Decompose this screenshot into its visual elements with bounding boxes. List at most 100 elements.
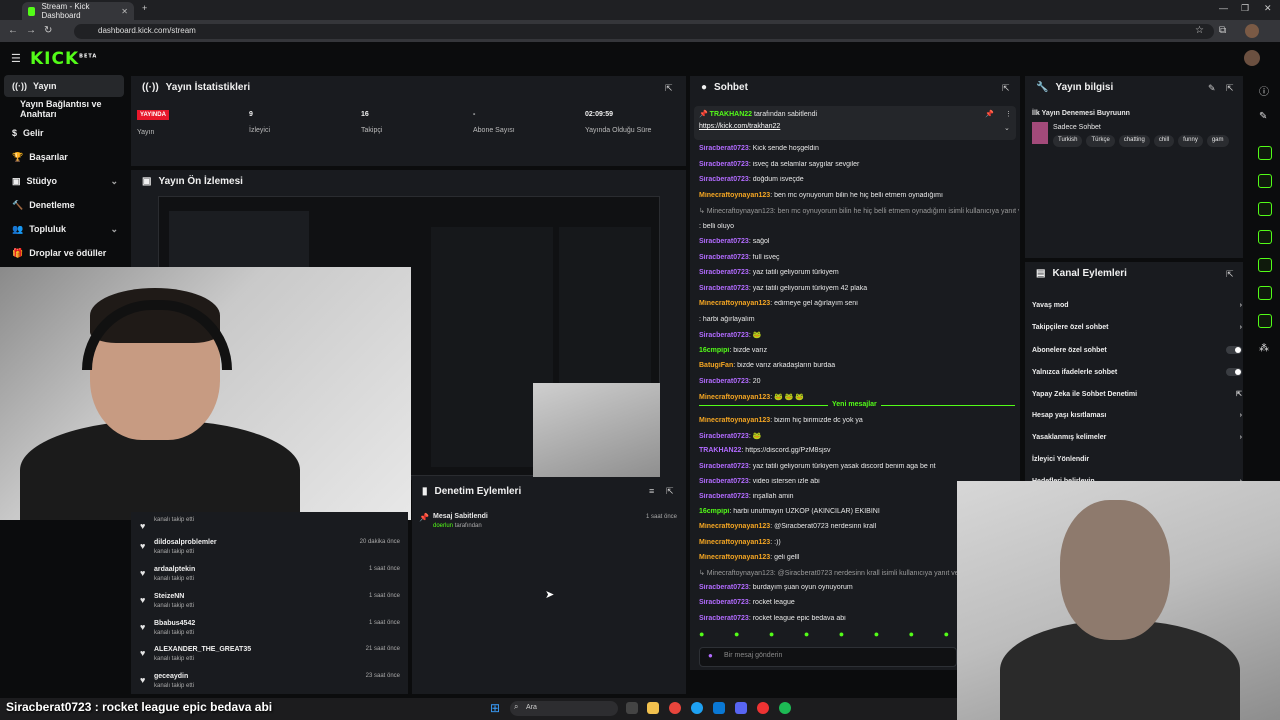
rail-widget-button[interactable]: [1258, 314, 1272, 328]
chat-username[interactable]: Siracberat0723: [699, 599, 749, 606]
user-avatar[interactable]: [1244, 50, 1260, 66]
chat-message[interactable]: Siracberat0723: isveç da selamlar saygıl…: [699, 161, 1019, 168]
category-name[interactable]: Sadece Sohbet: [1053, 124, 1101, 131]
chat-username[interactable]: Minecraftoynayan123: [699, 417, 770, 424]
more-options-icon[interactable]: ⋮: [1005, 110, 1012, 118]
unpin-icon[interactable]: 📌: [985, 110, 994, 118]
popout-icon[interactable]: ⇱: [1226, 269, 1234, 280]
rail-widget-button[interactable]: [1258, 174, 1272, 188]
sidebar-item-basarilar[interactable]: 🏆 Başarılar: [4, 146, 124, 168]
chat-username[interactable]: Siracberat0723: [699, 285, 749, 292]
chat-message[interactable]: Minecraftoynayan123: ben mc oynuyorum bi…: [699, 192, 1019, 199]
edit-icon[interactable]: ✎: [1208, 83, 1216, 94]
chat-message[interactable]: Siracberat0723: Kick sende hoşgeldin: [699, 145, 1019, 152]
tag-chip[interactable]: gam: [1206, 135, 1229, 147]
popout-icon[interactable]: ⇱: [1226, 83, 1234, 94]
file-explorer-icon[interactable]: [647, 702, 659, 714]
toggle-switch[interactable]: [1226, 346, 1242, 354]
chat-message[interactable]: TRAKHAN22: https://discord.gg/PzM8sjsv: [699, 447, 1019, 454]
sidebar-item-denetleme[interactable]: 🔨 Denetleme: [4, 194, 124, 216]
chat-username[interactable]: Siracberat0723: [699, 176, 749, 183]
chat-message[interactable]: BatugiFan: bizde varız arkadaşların burd…: [699, 362, 1019, 369]
mail-icon[interactable]: [713, 702, 725, 714]
close-tab-icon[interactable]: ✕: [121, 7, 128, 16]
tag-chip[interactable]: Turkish: [1053, 135, 1083, 147]
channel-action-row[interactable]: İzleyici Yönlendir: [1032, 456, 1242, 463]
channel-action-row[interactable]: Yavaş mod ›: [1032, 302, 1242, 309]
chat-message[interactable]: Siracberat0723: 20: [699, 378, 1019, 385]
kick-logo[interactable]: KICKBETA: [30, 49, 97, 69]
emote-bar[interactable]: ● ● ● ● ● ● ● ●: [699, 629, 949, 643]
profile-avatar[interactable]: [1245, 24, 1259, 38]
taskbar-search[interactable]: Ara: [510, 701, 618, 716]
sidebar-item-gelir[interactable]: $ Gelir: [4, 122, 124, 144]
rail-widget-button[interactable]: [1258, 258, 1272, 272]
popout-icon[interactable]: ⇱: [1002, 83, 1010, 94]
channel-action-row[interactable]: Yapay Zeka ile Sohbet Denetimi ⇱: [1032, 390, 1242, 399]
chat-mic-icon[interactable]: ●: [708, 651, 713, 660]
chat-username[interactable]: Minecraftoynayan123: [699, 394, 770, 401]
chat-message[interactable]: Siracberat0723: yaz tatili geliyorum tür…: [699, 269, 1019, 276]
sidebar-item-studyo[interactable]: ▣ Stüdyo ⌄: [4, 170, 124, 192]
chat-username[interactable]: TRAKHAN22: [699, 447, 741, 454]
minimize-icon[interactable]: —: [1219, 3, 1228, 13]
chat-username[interactable]: Siracberat0723: [699, 254, 749, 261]
rail-widget-button[interactable]: [1258, 230, 1272, 244]
chat-username[interactable]: Siracberat0723: [699, 463, 749, 470]
follower-row[interactable]: ♥ geceaydin kanalı takip etti 23 saat önce: [140, 673, 402, 699]
chat-username[interactable]: Siracberat0723: [699, 161, 749, 168]
chat-message[interactable]: Siracberat0723: 🐸: [699, 432, 1019, 440]
spotify-icon[interactable]: [779, 702, 791, 714]
tag-chip[interactable]: funny: [1178, 135, 1203, 147]
chat-username[interactable]: Siracberat0723: [699, 269, 749, 276]
chat-username[interactable]: Minecraftoynayan123: [699, 523, 770, 530]
new-tab-button[interactable]: +: [142, 3, 147, 13]
tag-chip[interactable]: Türkçe: [1086, 135, 1115, 147]
sidebar-item-yayin[interactable]: ((·)) Yayın: [4, 75, 124, 97]
chat-username[interactable]: 16cmpipi: [699, 347, 729, 354]
sidebar-item-topluluk[interactable]: 👥 Topluluk ⌄: [4, 218, 124, 240]
chat-message[interactable]: Minecraftoynayan123: 🐸 🐸 🐸: [699, 393, 1019, 401]
popout-icon[interactable]: ⇱: [665, 83, 673, 94]
restore-icon[interactable]: ❐: [1241, 3, 1249, 14]
chat-username[interactable]: Siracberat0723: [699, 332, 749, 339]
chat-username[interactable]: Siracberat0723: [699, 238, 749, 245]
chat-message[interactable]: : belli oluyo: [699, 223, 1019, 230]
apps-icon[interactable]: ⁂: [1259, 343, 1269, 354]
tag-chip[interactable]: chill: [1153, 135, 1175, 147]
follower-row[interactable]: ♥ SteizeNN kanalı takip etti 1 saat önce: [140, 593, 402, 619]
popout-icon[interactable]: ⇱: [666, 486, 674, 497]
chat-message[interactable]: Minecraftoynayan123: edirneye gel ağırla…: [699, 300, 1019, 307]
toggle-switch[interactable]: [1226, 368, 1242, 376]
chat-username[interactable]: 16cmpipi: [699, 508, 729, 515]
chat-username[interactable]: Siracberat0723: [699, 493, 749, 500]
channel-action-row[interactable]: Hesap yaşı kısıtlaması ›: [1032, 412, 1242, 419]
chat-message[interactable]: Siracberat0723: yaz tatili geliyorum tür…: [699, 285, 1019, 292]
forward-icon[interactable]: →: [26, 25, 36, 36]
app-icon[interactable]: [757, 702, 769, 714]
extensions-icon[interactable]: ⧉: [1219, 25, 1226, 36]
channel-action-row[interactable]: Yalnızca ifadelerle sohbet: [1032, 368, 1242, 376]
channel-action-row[interactable]: Takipçilere özel sohbet ›: [1032, 324, 1242, 331]
chat-message[interactable]: Siracberat0723: full isveç: [699, 254, 1019, 261]
task-view-icon[interactable]: [626, 702, 638, 714]
chat-message[interactable]: Siracberat0723: 🐸: [699, 331, 1019, 339]
chat-username[interactable]: Minecraftoynayan123: [699, 192, 770, 199]
chat-username[interactable]: Siracberat0723: [699, 145, 749, 152]
chat-message[interactable]: : harbi ağırlayalım: [699, 316, 1019, 323]
windows-start-icon[interactable]: ⊞: [490, 701, 500, 715]
chat-username[interactable]: Siracberat0723: [699, 478, 749, 485]
chat-username[interactable]: Siracberat0723: [699, 433, 749, 440]
chat-username[interactable]: Siracberat0723: [699, 584, 749, 591]
edge-icon[interactable]: [691, 702, 703, 714]
chat-username[interactable]: BatugiFan: [699, 362, 733, 369]
tag-chip[interactable]: chatting: [1118, 135, 1150, 147]
follower-row[interactable]: ♥ dildosalproblemler kanalı takip etti 20 d…: [140, 539, 402, 565]
chat-message[interactable]: Siracberat0723: sağol: [699, 238, 1019, 245]
follower-row[interactable]: ♥ Bbabus4542 kanalı takip etti 1 saat önce: [140, 620, 402, 646]
chat-username[interactable]: Minecraftoynayan123: [699, 300, 770, 307]
close-window-icon[interactable]: ✕: [1264, 3, 1272, 14]
menu-icon[interactable]: ☰: [11, 52, 21, 65]
sidebar-item-stream-key[interactable]: Yayın Bağlantısı ve Anahtarı: [4, 98, 124, 120]
pinned-link[interactable]: https://kick.com/trakhan22: [699, 123, 780, 130]
